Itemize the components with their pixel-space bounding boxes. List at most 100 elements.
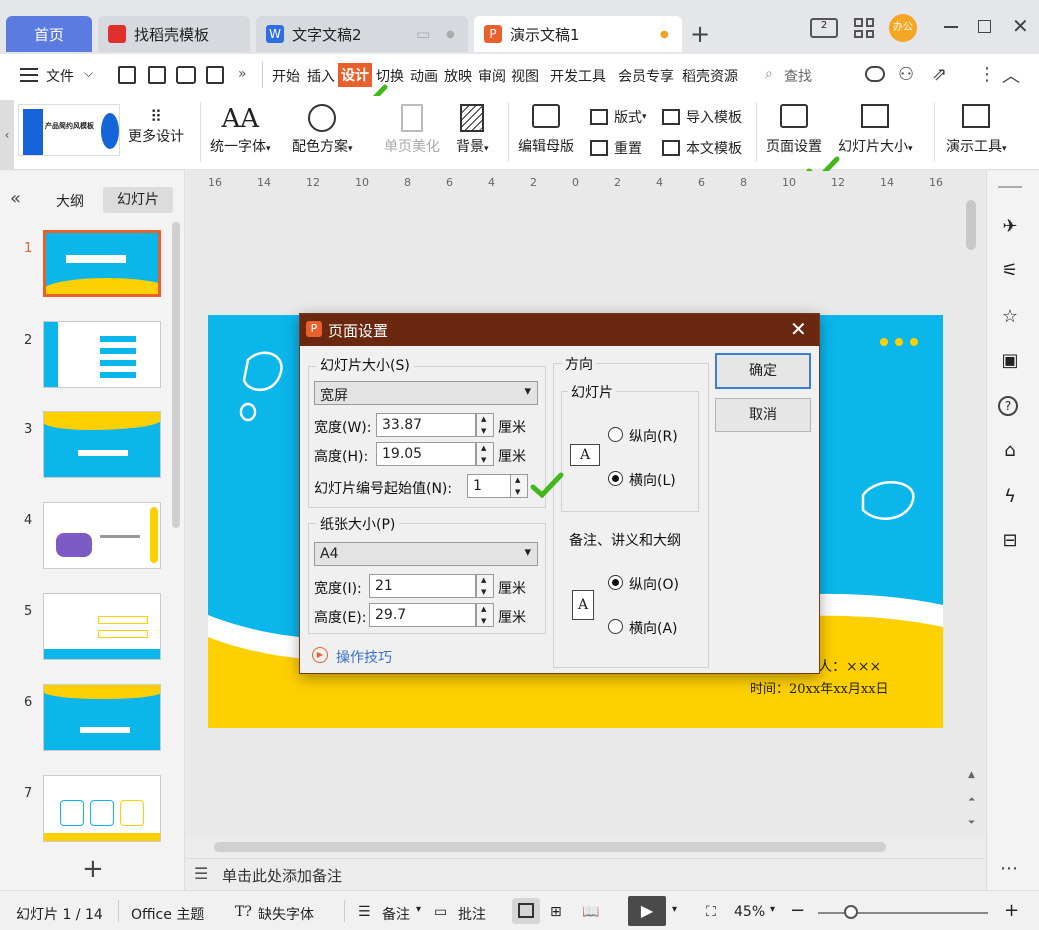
edit-master-button[interactable]: 编辑母版	[518, 104, 574, 156]
horizontal-scrollbar[interactable]	[214, 842, 886, 852]
slide-landscape-label[interactable]: 横向(L)	[629, 470, 676, 490]
menu-docer-resources[interactable]: 稻壳资源	[682, 66, 738, 86]
zoom-slider-thumb[interactable]	[844, 905, 858, 919]
more-quick-access[interactable]: »	[238, 66, 247, 82]
layout-button[interactable]: 版式 ▾	[590, 107, 647, 127]
paper-width-input[interactable]: 21	[369, 574, 476, 598]
slide-sorter-view-icon[interactable]: ⊞	[550, 904, 562, 920]
this-template-button[interactable]: 本文模板	[662, 138, 742, 158]
height-input[interactable]: 19.05	[376, 442, 476, 466]
slide-thumbnail[interactable]	[43, 230, 161, 297]
notes-landscape-label[interactable]: 横向(A)	[629, 618, 678, 638]
more-design-button[interactable]: ⠿ 更多设计	[128, 108, 184, 146]
menu-insert[interactable]: 插入	[307, 66, 335, 86]
flash-icon[interactable]: ϟ	[998, 486, 1022, 510]
slide-portrait-label[interactable]: 纵向(R)	[629, 426, 678, 446]
paper-height-input[interactable]: 29.7	[369, 603, 476, 627]
notes-portrait-label[interactable]: 纵向(O)	[629, 574, 679, 594]
hamburger-icon[interactable]	[20, 68, 38, 82]
tab-slides[interactable]: 幻灯片	[103, 187, 173, 213]
page-setup-button[interactable]: 页面设置	[766, 104, 822, 156]
slide-thumbnail[interactable]	[43, 775, 161, 842]
chevron-down-icon[interactable]: ▾	[770, 904, 775, 915]
single-page-beautify-button[interactable]: 单页美化	[384, 104, 440, 156]
collapse-panel-button[interactable]: «	[10, 188, 21, 209]
notes-portrait-radio[interactable]	[608, 575, 623, 590]
reset-button[interactable]: 重置	[590, 138, 642, 158]
menu-developer[interactable]: 开发工具	[550, 66, 606, 86]
export-pdf-icon[interactable]	[148, 66, 166, 84]
dialog-titlebar[interactable]: P 页面设置 ✕	[300, 314, 819, 346]
template-thumbnail[interactable]: 产品简约风模板	[18, 104, 120, 156]
chevron-down-icon[interactable]: ▾	[416, 904, 421, 915]
unify-font-button[interactable]: AA 统一字体▾	[210, 104, 271, 156]
play-slideshow-button[interactable]: ▶	[628, 896, 666, 926]
slide-thumbnail[interactable]	[43, 411, 161, 478]
print-icon[interactable]	[176, 66, 196, 84]
menu-member[interactable]: 会员专享	[618, 66, 674, 86]
slide-time-text[interactable]: 时间：20xx年xx月xx日	[750, 678, 889, 697]
fit-window-icon[interactable]: ⛶	[706, 904, 716, 920]
slide-presenter-text[interactable]: 人：×××	[818, 656, 881, 676]
tab-outline[interactable]: 大纲	[56, 191, 84, 211]
save-icon[interactable]	[118, 66, 136, 84]
chevron-down-icon[interactable]: ▾	[672, 904, 677, 915]
help-icon[interactable]: ?	[998, 396, 1018, 416]
new-tab-button[interactable]: +	[690, 20, 710, 48]
slide-thumbnail[interactable]	[43, 502, 161, 569]
store-icon[interactable]: ⌂	[998, 440, 1022, 464]
normal-view-button[interactable]	[512, 898, 540, 924]
zoom-in-button[interactable]: +	[1004, 900, 1019, 921]
menu-transitions[interactable]: 切换	[376, 66, 404, 86]
ok-button[interactable]: 确定	[715, 353, 811, 389]
slide-landscape-radio[interactable]	[608, 471, 623, 486]
cloud-sync-icon[interactable]	[865, 66, 885, 82]
slide-portrait-radio[interactable]	[608, 427, 623, 442]
cancel-button[interactable]: 取消	[715, 398, 811, 432]
more-options-icon[interactable]: ⋮	[978, 64, 996, 85]
menu-file[interactable]: 文件	[46, 66, 74, 86]
notes-landscape-radio[interactable]	[608, 619, 623, 634]
print-preview-icon[interactable]	[206, 66, 224, 84]
missing-font-button[interactable]: 缺失字体	[258, 904, 314, 924]
start-number-spinner[interactable]	[510, 474, 528, 498]
add-slide-button[interactable]: +	[82, 854, 104, 884]
theme-name[interactable]: Office 主题	[131, 904, 204, 924]
comment-button[interactable]: 批注	[458, 904, 486, 924]
paper-size-select[interactable]: A4	[314, 542, 538, 566]
user-avatar[interactable]: 办公	[889, 14, 917, 42]
slide-thumbnail[interactable]	[43, 684, 161, 751]
more-icon[interactable]: ⋯	[1000, 858, 1018, 879]
scroll-up-icon[interactable]: ▲	[968, 770, 975, 780]
book-search-icon[interactable]: ⊟	[998, 530, 1022, 554]
menu-slideshow[interactable]: 放映	[444, 66, 472, 86]
search-box[interactable]: 查找	[784, 66, 812, 86]
slide-icon[interactable]: ▣	[998, 350, 1022, 374]
reading-view-icon[interactable]: 📖	[582, 904, 599, 920]
background-button[interactable]: 背景▾	[456, 104, 489, 156]
width-input[interactable]: 33.87	[376, 413, 476, 437]
tab-docer-templates[interactable]: 找稻壳模板	[98, 16, 250, 52]
start-number-input[interactable]: 1	[467, 474, 511, 498]
slide-thumbnail[interactable]	[43, 593, 161, 660]
slide-thumbnail[interactable]	[43, 321, 161, 388]
close-window-icon[interactable]: ✕	[1012, 14, 1029, 38]
ribbon-scroll-left-icon[interactable]: ‹	[0, 100, 14, 170]
notes-toggle-button[interactable]: 备注	[382, 904, 410, 924]
minimize-icon[interactable]	[944, 26, 958, 28]
tips-link[interactable]: 操作技巧	[336, 647, 392, 667]
share-icon[interactable]: ⇗	[932, 64, 947, 85]
vertical-scrollbar[interactable]	[966, 200, 976, 250]
presentation-tools-button[interactable]: 演示工具▾	[946, 104, 1007, 156]
collapse-ribbon-icon[interactable]: ︿	[1002, 62, 1020, 88]
adjust-icon[interactable]: ⚟	[998, 260, 1022, 284]
import-template-button[interactable]: 导入模板	[662, 107, 742, 127]
search-icon[interactable]: ⌕	[765, 66, 773, 82]
zoom-level[interactable]: 45%	[734, 904, 765, 920]
rocket-icon[interactable]: ✈	[998, 216, 1022, 240]
width-spinner[interactable]	[476, 413, 494, 437]
menu-animation[interactable]: 动画	[410, 66, 438, 86]
chevron-down-icon[interactable]: ⌵	[84, 66, 93, 81]
color-scheme-button[interactable]: 配色方案▾	[292, 104, 353, 156]
tab-presentation[interactable]: P 演示文稿1 ●	[474, 16, 682, 52]
